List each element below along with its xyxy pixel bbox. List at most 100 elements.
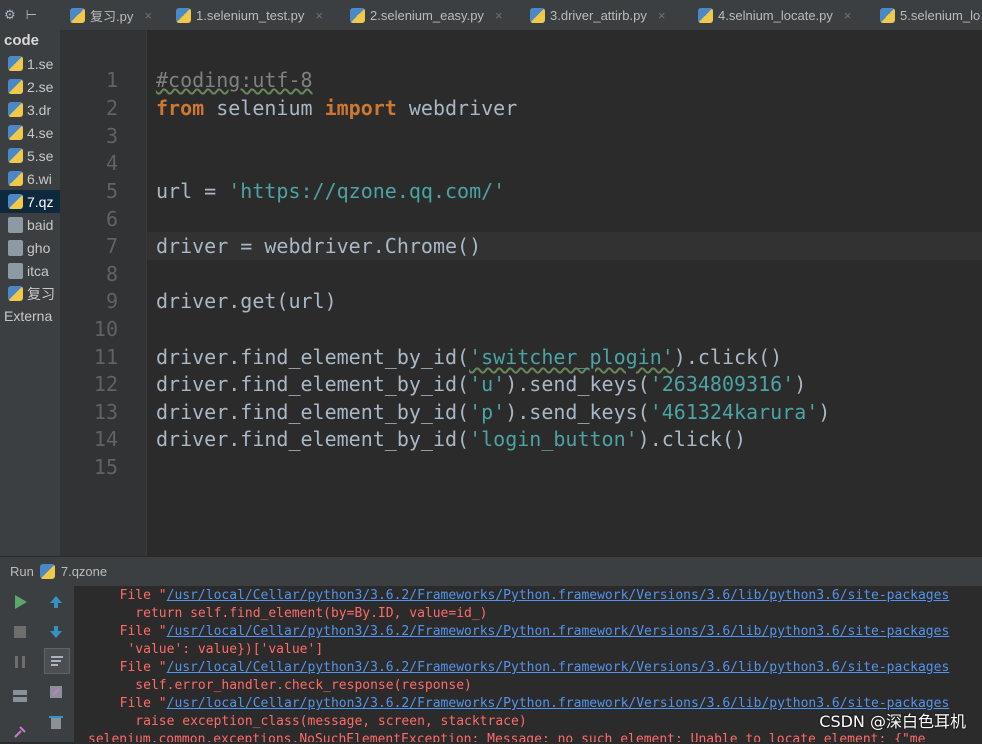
run-label: Run	[10, 564, 34, 579]
python-file-icon	[8, 148, 23, 163]
python-file-icon	[8, 171, 23, 186]
code-line-7: driver = webdriver.Chrome()	[156, 234, 482, 258]
file-item-2[interactable]: 2.se	[0, 75, 60, 98]
python-file-icon	[698, 7, 713, 23]
file-item-gho[interactable]: gho	[0, 236, 60, 259]
line-number: 8	[105, 262, 118, 286]
line-number: 11	[93, 345, 118, 369]
run-panel-header: Run 7.qzone	[0, 556, 982, 586]
line-number: 12	[93, 372, 118, 396]
close-icon[interactable]: ×	[144, 8, 152, 23]
python-file-icon	[176, 7, 191, 23]
project-root-label[interactable]: code	[0, 30, 60, 52]
soft-wrap-icon[interactable]	[44, 648, 70, 674]
file-item-6[interactable]: 6.wi	[0, 167, 60, 190]
python-file-icon	[8, 79, 23, 94]
file-item-5[interactable]: 5.se	[0, 144, 60, 167]
file-item-7-selected[interactable]: 7.qz	[0, 190, 60, 213]
collapse-icon[interactable]: ⊢	[26, 7, 37, 23]
code-line-12: driver.find_element_by_id('u').send_keys…	[156, 372, 807, 396]
line-number: 9	[105, 289, 118, 313]
line-number: 7	[105, 234, 118, 258]
tab-selenium-lo[interactable]: 5.selenium_lo	[880, 0, 980, 30]
python-file-icon	[8, 194, 23, 209]
tab-review[interactable]: 复习.py ×	[70, 0, 152, 30]
pin-icon[interactable]	[8, 720, 32, 744]
line-number-gutter: 1 2 3 4 5 6 7 8 9 10 11 12 13 14 15	[60, 30, 147, 556]
file-item-review[interactable]: 复习	[0, 282, 60, 305]
settings-gear-icon[interactable]: ⚙	[4, 7, 16, 23]
close-icon[interactable]: ×	[844, 8, 852, 23]
tab-label: 5.selenium_lo	[900, 7, 981, 23]
file-item-1[interactable]: 1.se	[0, 52, 60, 75]
python-file-icon	[8, 125, 23, 140]
console-line: File "/usr/local/Cellar/python3/3.6.2/Fr…	[104, 624, 950, 639]
code-editor[interactable]: 1 2 3 4 5 6 7 8 9 10 11 12 13 14 15 #cod…	[60, 30, 982, 556]
line-number: 10	[93, 317, 118, 341]
python-file-icon	[350, 7, 365, 23]
line-number: 5	[105, 179, 118, 203]
close-icon[interactable]: ×	[658, 8, 666, 23]
console-line: File "/usr/local/Cellar/python3/3.6.2/Fr…	[104, 660, 950, 675]
exception-line: selenium.common.exceptions.NoSuchElement…	[88, 732, 926, 742]
python-file-icon	[8, 102, 23, 117]
console-line: return self.find_element(by=By.ID, value…	[104, 606, 488, 621]
close-icon[interactable]: ×	[315, 8, 323, 23]
console-line: 'value': value})['value']	[104, 642, 324, 657]
text-file-icon	[8, 262, 23, 279]
tab-label: 2.selenium_easy.py	[370, 7, 484, 23]
scroll-up-icon[interactable]	[44, 590, 68, 614]
tab-selenium-test[interactable]: 1.selenium_test.py ×	[176, 0, 323, 30]
line-number: 2	[105, 96, 118, 120]
python-file-icon	[8, 56, 23, 71]
run-config-name[interactable]: 7.qzone	[61, 564, 107, 579]
tab-label: 1.selenium_test.py	[196, 7, 305, 23]
python-file-icon	[8, 286, 23, 301]
line-number: 3	[105, 124, 118, 148]
traceback-file-link[interactable]: /usr/local/Cellar/python3/3.6.2/Framewor…	[167, 588, 950, 603]
watermark: CSDN @深白色耳机	[819, 712, 966, 731]
project-sidebar: code 1.se 2.se 3.dr 4.se 5.se 6.wi 7.qz …	[0, 30, 61, 556]
traceback-file-link[interactable]: /usr/local/Cellar/python3/3.6.2/Framewor…	[167, 660, 950, 675]
line-number: 1	[105, 68, 118, 92]
external-libraries[interactable]: Externa	[0, 305, 60, 328]
close-icon[interactable]: ×	[495, 8, 503, 23]
console-line: File "/usr/local/Cellar/python3/3.6.2/Fr…	[104, 588, 950, 603]
line-number: 14	[93, 427, 118, 451]
stop-icon[interactable]	[8, 620, 32, 644]
traceback-file-link[interactable]: /usr/local/Cellar/python3/3.6.2/Framewor…	[167, 624, 950, 639]
code-line-9: driver.get(url)	[156, 289, 337, 313]
file-item-3[interactable]: 3.dr	[0, 98, 60, 121]
tab-selenium-easy[interactable]: 2.selenium_easy.py ×	[350, 0, 503, 30]
editor-tab-bar: ⚙ ⊢ 复习.py × 1.selenium_test.py × 2.selen…	[0, 0, 982, 31]
python-file-icon	[880, 7, 895, 23]
python-file-icon	[70, 7, 85, 23]
code-line-5: url = 'https://qzone.qq.com/'	[156, 179, 506, 203]
pause-icon[interactable]	[8, 650, 32, 674]
tab-label: 复习.py	[90, 8, 134, 24]
tab-label: 3.driver_attirb.py	[550, 7, 647, 23]
text-file-icon	[8, 239, 23, 256]
trash-icon[interactable]	[44, 710, 68, 734]
tab-label: 4.selnium_locate.py	[718, 7, 833, 23]
file-item-baid[interactable]: baid	[0, 213, 60, 236]
line-number: 4	[105, 151, 118, 175]
file-item-4[interactable]: 4.se	[0, 121, 60, 144]
console-line: self.error_handler.check_response(respon…	[104, 678, 472, 693]
code-line-13: driver.find_element_by_id('p').send_keys…	[156, 400, 831, 424]
tab-bar-tools: ⚙ ⊢	[0, 0, 64, 30]
tab-driver-attirb[interactable]: 3.driver_attirb.py ×	[530, 0, 665, 30]
python-file-icon	[39, 564, 55, 579]
layout-icon[interactable]	[8, 684, 32, 708]
line-number: 15	[93, 455, 118, 479]
line-number: 6	[105, 207, 118, 231]
code-line-1: #coding:utf-8	[156, 68, 313, 92]
rerun-icon[interactable]	[8, 590, 32, 614]
print-icon[interactable]	[44, 680, 68, 704]
python-file-icon	[530, 7, 545, 23]
file-item-itca[interactable]: itca	[0, 259, 60, 282]
scroll-down-icon[interactable]	[44, 620, 68, 644]
code-line-2: from selenium import webdriver	[156, 96, 518, 120]
console-line: raise exception_class(message, screen, s…	[104, 714, 527, 729]
tab-selnium-locate[interactable]: 4.selnium_locate.py ×	[698, 0, 852, 30]
